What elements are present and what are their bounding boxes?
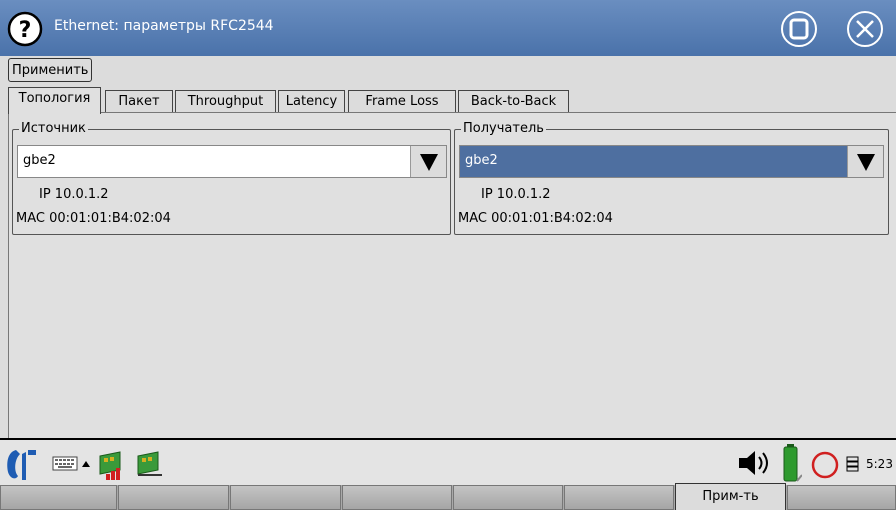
title-bar: ? Ethernet: параметры RFC2544 <box>0 0 896 56</box>
keyboard-icon[interactable] <box>52 456 78 471</box>
server-icon[interactable] <box>845 456 861 472</box>
svg-text:?: ? <box>19 18 32 43</box>
destination-ip: IP 10.0.1.2 <box>481 187 551 202</box>
function-key-1[interactable] <box>0 485 117 510</box>
function-key-3[interactable] <box>230 485 341 510</box>
clock[interactable]: 5:23 <box>866 457 893 471</box>
function-key-bar: Прим-ть <box>0 483 896 510</box>
battery-icon[interactable] <box>780 444 802 484</box>
source-ip: IP 10.0.1.2 <box>39 187 109 202</box>
tab-throughput[interactable]: Throughput <box>175 90 276 112</box>
close-circle-icon[interactable] <box>846 10 884 48</box>
source-group: Источник gbe2 IP 10.0.1.2 MAC 00:01:01:B… <box>12 121 451 235</box>
apply-function-key[interactable]: Прим-ть <box>675 483 786 510</box>
function-key-8[interactable] <box>787 485 896 510</box>
source-legend: Источник <box>19 121 88 136</box>
window-title: Ethernet: параметры RFC2544 <box>54 18 274 34</box>
dropdown-arrow-icon[interactable] <box>410 146 446 177</box>
arrow-up-icon[interactable] <box>82 460 90 468</box>
destination-group: Получатель gbe2 IP 10.0.1.2 MAC 00:01:01… <box>454 121 889 235</box>
restore-window-icon[interactable] <box>780 10 818 48</box>
function-key-6[interactable] <box>564 485 674 510</box>
tab-frame-loss[interactable]: Frame Loss <box>348 90 456 112</box>
source-mac: MAC 00:01:01:B4:02:04 <box>16 211 171 226</box>
destination-interface-select[interactable]: gbe2 <box>459 145 884 178</box>
network-card-icon[interactable] <box>134 448 164 480</box>
function-key-2[interactable] <box>118 485 229 510</box>
destination-legend: Получатель <box>461 121 546 136</box>
apply-button[interactable]: Применить <box>8 58 93 82</box>
tab-topology[interactable]: Топология <box>8 87 101 114</box>
dropdown-arrow-icon[interactable] <box>847 146 883 177</box>
function-key-4[interactable] <box>342 485 452 510</box>
tab-back-to-back[interactable]: Back-to-Back <box>458 90 569 112</box>
network-card-activity-icon[interactable] <box>96 448 126 480</box>
function-key-5[interactable] <box>453 485 563 510</box>
speaker-icon[interactable] <box>737 448 777 478</box>
source-interface-value: gbe2 <box>23 153 56 168</box>
record-status-icon[interactable] <box>810 451 840 479</box>
taskbar: 5:23 <box>0 438 896 485</box>
tab-latency[interactable]: Latency <box>278 90 345 112</box>
destination-mac: MAC 00:01:01:B4:02:04 <box>458 211 613 226</box>
question-circle-icon[interactable]: ? <box>7 11 43 47</box>
source-interface-select[interactable]: gbe2 <box>17 145 447 178</box>
tab-packet[interactable]: Пакет <box>105 90 173 112</box>
start-menu-icon[interactable] <box>4 446 44 482</box>
destination-interface-value: gbe2 <box>465 153 498 168</box>
